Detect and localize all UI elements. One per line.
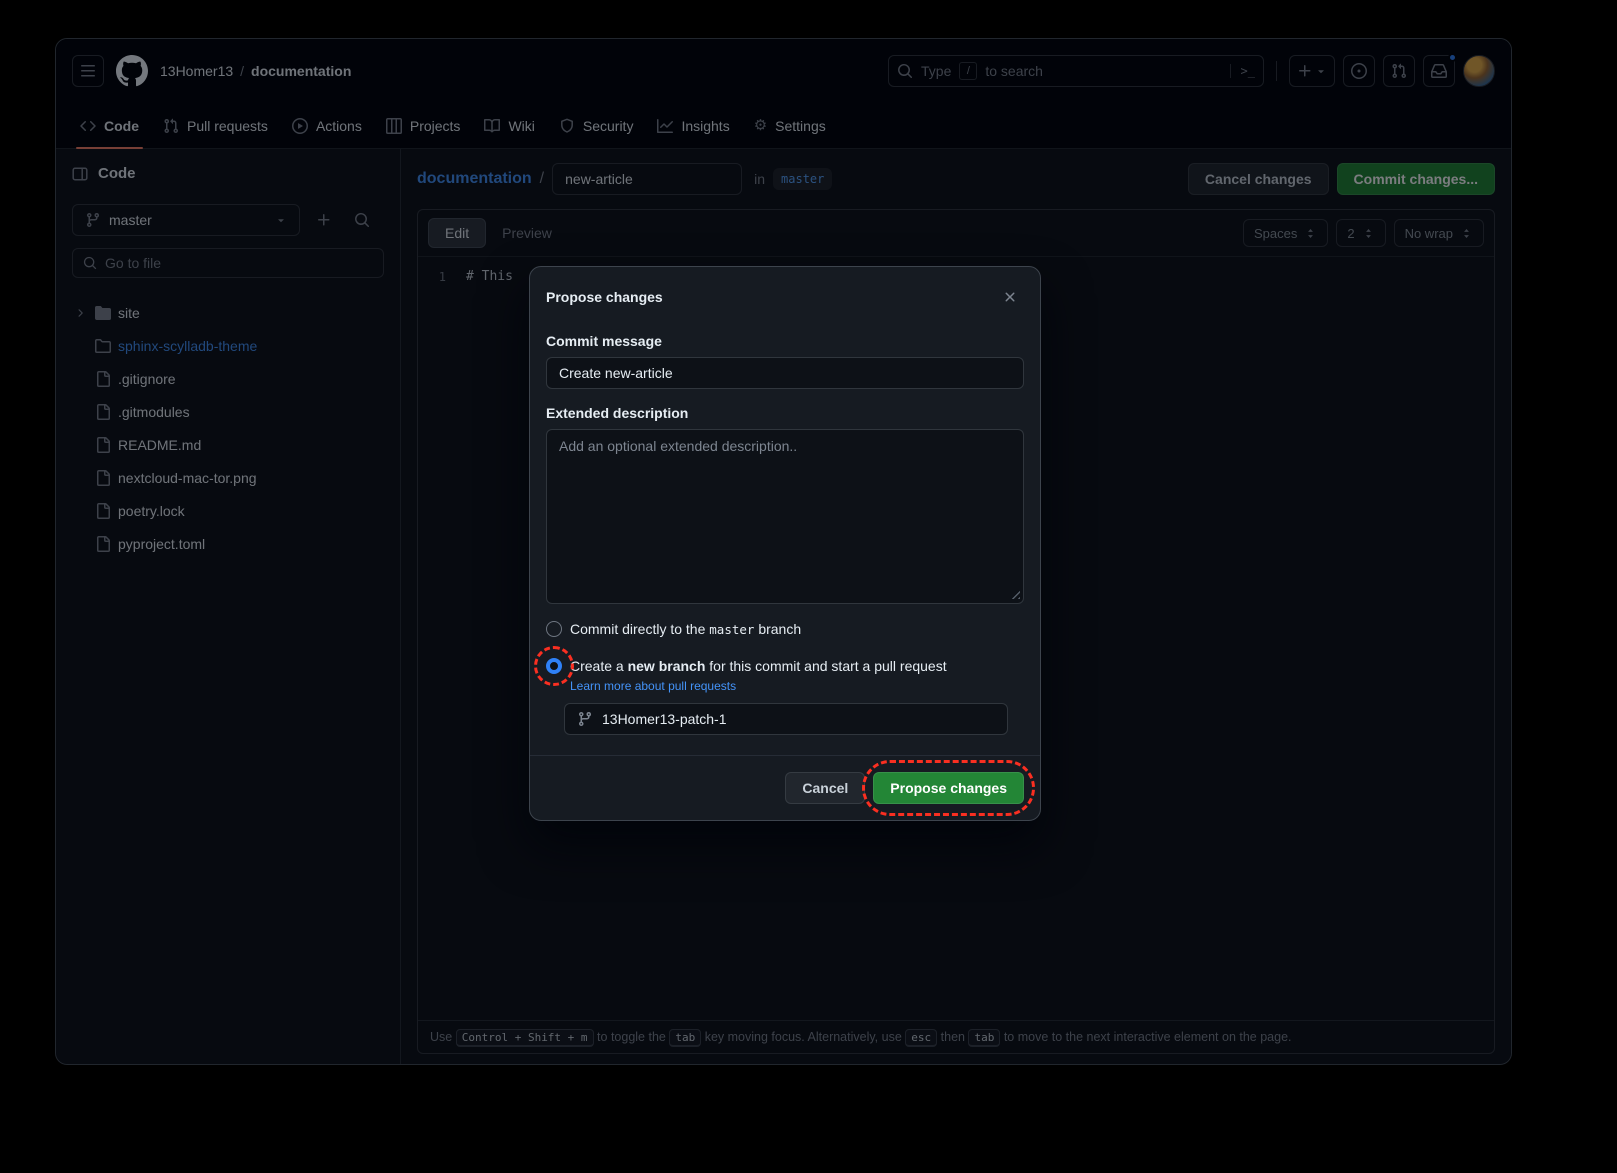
propose-changes-button[interactable]: Propose changes	[873, 772, 1024, 804]
learn-more-link[interactable]: Learn more about pull requests	[570, 679, 736, 693]
dialog-footer: Cancel Propose changes	[530, 755, 1040, 820]
radio-branch-bold: new branch	[628, 658, 706, 674]
radio-branch-prefix: Create a	[570, 658, 624, 674]
extended-description-label: Extended description	[546, 405, 1024, 421]
close-icon	[1002, 289, 1018, 305]
radio-direct-label: Commit directly to the master branch	[570, 618, 801, 641]
radio-direct-prefix: Commit directly to the	[570, 621, 705, 637]
radio-create-branch[interactable]: Create a new branch for this commit and …	[546, 655, 1024, 677]
cancel-button[interactable]: Cancel	[785, 772, 865, 804]
close-dialog-button[interactable]	[996, 283, 1024, 311]
radio-commit-direct[interactable]: Commit directly to the master branch	[546, 618, 1024, 641]
radio-button-checked[interactable]	[546, 658, 562, 674]
github-window: 13Homer13 / documentation Type / to sear…	[55, 38, 1512, 1065]
extended-description-wrap	[546, 429, 1024, 604]
new-branch-name-input[interactable]	[602, 711, 995, 727]
dialog-body: Commit message Extended description Comm…	[530, 323, 1040, 755]
commit-message-input[interactable]	[546, 357, 1024, 389]
propose-changes-dialog: Propose changes Commit message Extended …	[529, 266, 1041, 821]
radio-branch-label: Create a new branch for this commit and …	[570, 655, 947, 677]
new-branch-name-field[interactable]	[564, 703, 1008, 735]
commit-message-label: Commit message	[546, 333, 1024, 349]
radio-direct-branch: master	[709, 622, 754, 637]
branch-icon	[577, 711, 593, 727]
dialog-header: Propose changes	[530, 267, 1040, 323]
radio-branch-suffix: for this commit and start a pull request	[709, 658, 946, 674]
radio-direct-suffix: branch	[758, 621, 801, 637]
extended-description-textarea[interactable]	[546, 429, 1024, 604]
propose-button-wrap: Propose changes	[873, 772, 1024, 804]
radio-button-unchecked[interactable]	[546, 621, 562, 637]
dialog-title: Propose changes	[546, 289, 663, 305]
